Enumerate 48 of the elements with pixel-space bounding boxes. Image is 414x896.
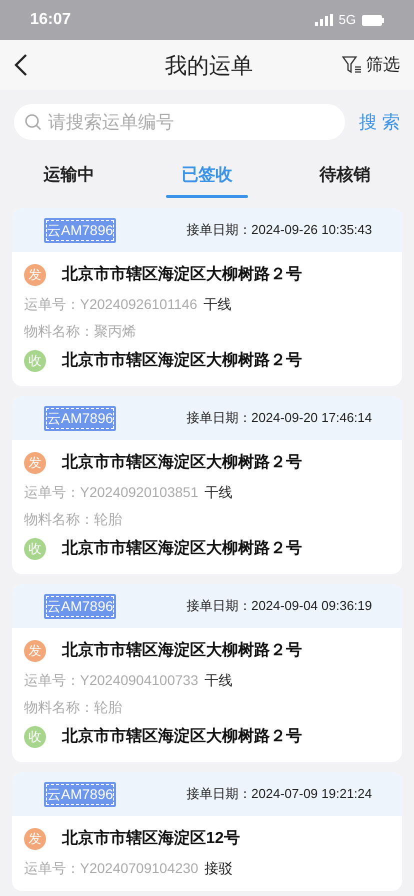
search-field[interactable]: 请搜索运单编号 bbox=[14, 104, 345, 140]
material-name: 物料名称：聚丙烯 bbox=[24, 322, 137, 341]
receiver-address: 北京市市辖区海淀区大柳树路２号 bbox=[62, 726, 302, 747]
status-time: 16:07 bbox=[30, 10, 71, 30]
filter-icon bbox=[342, 56, 362, 74]
sender-address: 北京市市辖区海淀区大柳树路２号 bbox=[62, 640, 302, 661]
order-date: 接单日期：2024-07-09 19:21:24 bbox=[186, 785, 372, 804]
order-date: 接单日期：2024-09-04 09:36:19 bbox=[186, 597, 372, 616]
receiver-address: 北京市市辖区海淀区大柳树路２号 bbox=[62, 350, 302, 371]
waybill-number: 运单号：Y20240920103851 bbox=[24, 483, 198, 502]
sender-address: 北京市市辖区海淀区大柳树路２号 bbox=[62, 452, 302, 473]
waybill-number: 运单号：Y20240904100733 bbox=[24, 671, 198, 690]
battery-icon bbox=[362, 14, 384, 26]
order-card[interactable]: 云AM7896 接单日期：2024-09-26 10:35:43 发 北京市市辖区海淀区大柳树路２号 运单号：Y20240926101146 干线 物料名称：聚丙烯 收 北京市市辖区海淀区大柳树路２号 bbox=[12, 208, 402, 386]
address-badge: 发 bbox=[24, 452, 46, 474]
order-date: 接单日期：2024-09-20 17:46:14 bbox=[186, 409, 372, 428]
address-badge: 发 bbox=[24, 828, 46, 850]
tab[interactable]: 运输中 bbox=[0, 150, 138, 200]
address-badge: 发 bbox=[24, 640, 46, 662]
address-badge: 收 bbox=[24, 726, 46, 748]
route-type: 干线 bbox=[204, 483, 232, 502]
order-date: 接单日期：2024-09-26 10:35:43 bbox=[186, 221, 372, 240]
address-badge: 发 bbox=[24, 264, 46, 286]
sender-address: 北京市市辖区海淀区12号 bbox=[62, 828, 240, 849]
network-label: 5G bbox=[338, 11, 356, 30]
address-badge: 收 bbox=[24, 350, 46, 372]
route-type: 干线 bbox=[204, 671, 232, 690]
license-plate: 云AM7896 bbox=[44, 594, 116, 618]
address-badge: 收 bbox=[24, 538, 46, 560]
receiver-address: 北京市市辖区海淀区大柳树路２号 bbox=[62, 538, 302, 559]
license-plate: 云AM7896 bbox=[44, 782, 116, 806]
order-card[interactable]: 云AM7896 接单日期：2024-09-04 09:36:19 发 北京市市辖区海淀区大柳树路２号 运单号：Y20240904100733 干线 物料名称：轮胎 收 北京市市辖区海淀区大柳树路２号 bbox=[12, 584, 402, 762]
tab[interactable]: 待核销 bbox=[276, 150, 414, 200]
sender-address: 北京市市辖区海淀区大柳树路２号 bbox=[62, 264, 302, 285]
route-type: 接驳 bbox=[204, 859, 232, 878]
material-name: 物料名称：轮胎 bbox=[24, 698, 123, 717]
license-plate: 云AM7896 bbox=[44, 218, 116, 242]
waybill-number: 运单号：Y20240926101146 bbox=[24, 295, 198, 314]
order-card[interactable]: 云AM7896 接单日期：2024-09-20 17:46:14 发 北京市市辖区海淀区大柳树路２号 运单号：Y20240920103851 干线 物料名称：轮胎 收 北京市市辖区海淀区大柳树路２号 bbox=[12, 396, 402, 574]
page-title: 我的运单 bbox=[165, 52, 253, 80]
route-type: 干线 bbox=[203, 295, 232, 314]
waybill-number: 运单号：Y20240709104230 bbox=[24, 859, 198, 878]
material-name: 物料名称：轮胎 bbox=[24, 510, 123, 529]
license-plate: 云AM7896 bbox=[44, 406, 116, 430]
search-icon bbox=[24, 113, 42, 131]
order-card[interactable]: 云AM7896 接单日期：2024-07-09 19:21:24 发 北京市市辖区海淀区12号 运单号：Y20240709104230 接驳 bbox=[12, 772, 402, 891]
signal-icon bbox=[314, 14, 333, 26]
filter-button[interactable]: 筛选 bbox=[342, 52, 400, 78]
